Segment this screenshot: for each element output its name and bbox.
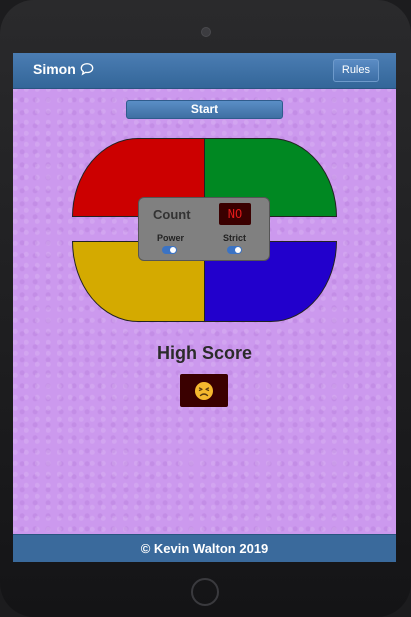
control-console: Count NO Power Strict <box>138 197 270 261</box>
footer: © Kevin Walton 2019 <box>13 534 396 562</box>
brand[interactable]: Simon <box>33 61 94 77</box>
app-screen: Simon Rules Start Count NO Power Strict <box>13 53 396 562</box>
power-label: Power <box>157 233 185 243</box>
high-score-display <box>180 374 228 407</box>
simon-board: Count NO Power Strict <box>72 138 337 322</box>
home-button[interactable] <box>191 578 219 606</box>
speech-bubble-icon <box>80 63 94 76</box>
start-button[interactable]: Start <box>126 100 283 119</box>
power-toggle-knob <box>170 247 176 253</box>
navbar: Simon Rules <box>13 53 396 89</box>
high-score-heading: High Score <box>156 343 253 363</box>
frowning-face-icon <box>195 381 213 400</box>
count-label: Count <box>153 207 191 222</box>
camera-icon <box>201 27 211 37</box>
strict-toggle-knob <box>235 247 241 253</box>
tablet-frame: Simon Rules Start Count NO Power Strict <box>0 0 411 617</box>
strict-label: Strict <box>223 233 247 243</box>
brand-title: Simon <box>33 61 76 77</box>
count-display: NO <box>219 203 251 225</box>
rules-button[interactable]: Rules <box>332 59 379 82</box>
strict-toggle[interactable] <box>227 246 242 254</box>
power-toggle[interactable] <box>162 246 177 254</box>
